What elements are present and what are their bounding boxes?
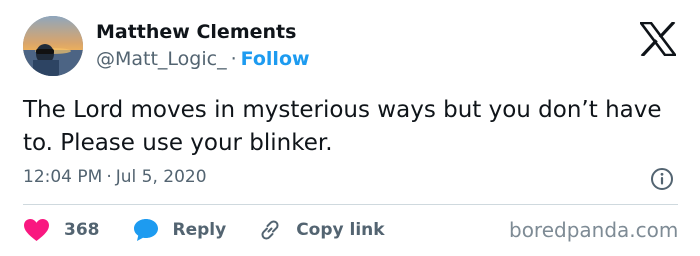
copy-link-label: Copy link xyxy=(296,220,385,240)
avatar[interactable] xyxy=(23,16,83,76)
follow-button[interactable]: Follow xyxy=(241,48,310,70)
link-icon xyxy=(261,220,279,240)
tweet-timestamp[interactable]: 12:04 PM · Jul 5, 2020 xyxy=(23,167,207,187)
speech-bubble-icon xyxy=(133,219,158,241)
heart-icon xyxy=(24,219,49,241)
action-bar: 368 Reply Copy link xyxy=(23,216,385,244)
like-count: 368 xyxy=(64,220,100,240)
reply-button[interactable]: Reply xyxy=(133,218,227,242)
reply-label: Reply xyxy=(172,220,227,240)
separator-dot: · xyxy=(106,167,112,187)
info-icon[interactable] xyxy=(650,167,674,191)
like-button[interactable]: 368 xyxy=(23,218,100,242)
divider xyxy=(23,204,678,205)
watermark: boredpanda.com xyxy=(509,218,679,242)
author-handle[interactable]: @Matt_Logic_ xyxy=(96,48,227,70)
tweet-time: 12:04 PM xyxy=(23,167,103,187)
separator-dot: · xyxy=(230,48,237,70)
x-logo-icon[interactable] xyxy=(638,20,678,58)
copy-link-button[interactable]: Copy link xyxy=(258,218,385,242)
tweet-card: Matthew Clements @Matt_Logic_ · Follow The… xyxy=(0,0,700,256)
tweet-date: Jul 5, 2020 xyxy=(115,167,207,187)
author-handle-row: @Matt_Logic_ · Follow xyxy=(96,48,310,70)
tweet-text: The Lord moves in mysterious ways but yo… xyxy=(23,97,662,156)
author-name[interactable]: Matthew Clements xyxy=(96,21,296,43)
